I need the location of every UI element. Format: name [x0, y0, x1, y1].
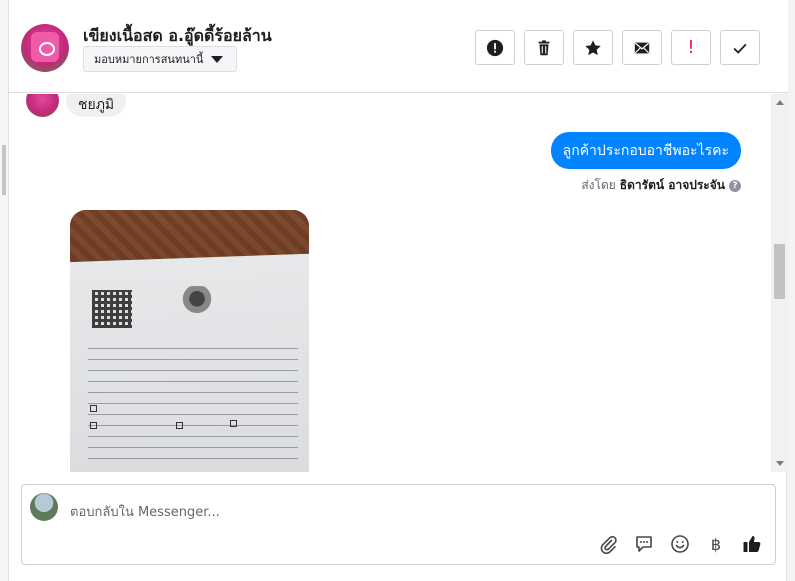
outgoing-message-bubble: ลูกค้าประกอบอาชีพอะไรคะ	[550, 132, 741, 169]
composer-tools: ฿	[597, 533, 763, 555]
sent-by-prefix: ส่งโดย	[581, 178, 616, 192]
header-actions: !	[475, 30, 760, 65]
assign-conversation-label: มอบหมายการสนทนานี้	[94, 53, 204, 66]
exclamation-icon: !	[687, 37, 695, 58]
reply-composer: ตอบกลับใน Messenger... ฿	[21, 484, 776, 565]
trash-icon	[538, 39, 550, 55]
checkbox-mark	[230, 420, 237, 427]
customer-avatar	[26, 94, 59, 117]
left-scrollbar-thumb[interactable]	[2, 145, 6, 195]
check-icon	[733, 43, 747, 54]
spam-button[interactable]	[475, 30, 515, 65]
scroll-up-arrow-icon[interactable]	[776, 100, 784, 105]
customer-message-bubble: ชยภูมิ	[66, 94, 127, 117]
envelope-icon	[634, 42, 650, 53]
qr-code-image	[92, 290, 132, 328]
sent-by-line: ส่งโดย ธิดารัตน์ อาจประจัน ?	[581, 176, 741, 195]
follow-up-button[interactable]: !	[671, 30, 711, 65]
conversation-header: เขียงเนื้อสด อ.อู๊ดดี้ร้อยล้าน มอบหมายกา…	[9, 0, 788, 93]
attach-button[interactable]	[597, 533, 619, 555]
scroll-down-arrow-icon[interactable]	[776, 461, 784, 466]
checkbox-mark	[176, 422, 183, 429]
star-icon	[585, 39, 601, 55]
saved-replies-button[interactable]	[633, 533, 655, 555]
checkbox-mark	[90, 405, 97, 412]
alert-circle-icon	[486, 39, 504, 56]
baht-icon: ฿	[710, 534, 722, 554]
left-scrollbar[interactable]	[0, 0, 8, 581]
star-button[interactable]	[573, 30, 613, 65]
sent-by-name: ธิดารัตน์ อาจประจัน	[619, 178, 725, 192]
payment-button[interactable]: ฿	[705, 533, 727, 555]
thumbs-up-icon	[743, 536, 761, 552]
agent-avatar	[30, 493, 58, 521]
reply-input[interactable]: ตอบกลับใน Messenger...	[70, 501, 220, 522]
conversation-panel: เขียงเนื้อสด อ.อู๊ดดี้ร้อยล้าน มอบหมายกา…	[8, 0, 788, 581]
like-button[interactable]	[741, 533, 763, 555]
checkbox-mark	[90, 422, 97, 429]
mark-done-button[interactable]	[720, 30, 760, 65]
info-icon[interactable]: ?	[729, 179, 741, 192]
delete-button[interactable]	[524, 30, 564, 65]
message-list[interactable]: ชยภูมิ ลูกค้าประกอบอาชีพอะไรคะ ส่งโดย ธิ…	[9, 94, 771, 472]
mark-unread-button[interactable]	[622, 30, 662, 65]
document-photo-attachment[interactable]	[70, 210, 309, 472]
messenger-window: เขียงเนื้อสด อ.อู๊ดดี้ร้อยล้าน มอบหมายกา…	[0, 0, 795, 581]
caret-down-icon	[211, 55, 224, 63]
message-scrollbar[interactable]	[771, 94, 788, 472]
page-avatar[interactable]	[21, 24, 69, 72]
speech-bubble-icon	[636, 536, 652, 552]
document-text-lines	[88, 338, 298, 468]
assign-conversation-dropdown[interactable]: มอบหมายการสนทนานี้	[83, 46, 237, 72]
scrollbar-thumb[interactable]	[774, 244, 785, 299]
emoji-button[interactable]	[669, 533, 691, 555]
emblem-image	[180, 286, 214, 318]
smiley-icon	[671, 535, 689, 553]
paperclip-icon	[600, 535, 617, 554]
